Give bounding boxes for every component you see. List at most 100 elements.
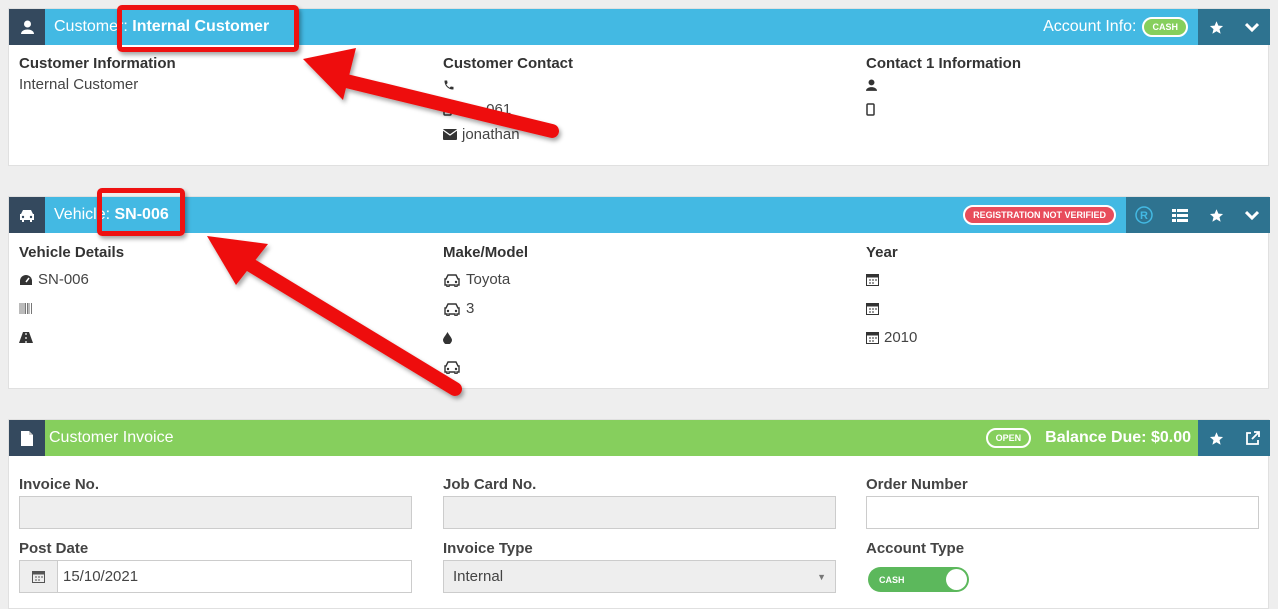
contact-1-heading: Contact 1 Information xyxy=(866,55,1022,72)
car-icon xyxy=(444,273,460,287)
invoice-no-field[interactable] xyxy=(19,496,412,529)
favorite-button[interactable] xyxy=(1198,420,1234,456)
job-card-label: Job Card No. xyxy=(443,476,537,493)
customer-contact-heading: Customer Contact xyxy=(443,55,574,72)
account-type-badge: CASH xyxy=(1142,17,1188,37)
external-link-icon xyxy=(1245,430,1260,445)
list-view-button[interactable] xyxy=(1162,197,1198,233)
highlight-box-customer-name xyxy=(117,5,299,52)
star-icon xyxy=(1209,20,1223,34)
make-row: Toyota xyxy=(443,265,528,294)
order-number-field[interactable] xyxy=(866,496,1259,529)
caret-down-icon: ▼ xyxy=(817,571,826,582)
body-row xyxy=(443,352,528,381)
mobile-icon xyxy=(443,103,452,116)
invoice-panel-title: Customer Invoice xyxy=(49,429,174,446)
calendar-icon xyxy=(866,332,879,344)
chevron-down-icon xyxy=(1245,210,1259,220)
chevron-down-icon xyxy=(1245,22,1259,32)
favorite-button[interactable] xyxy=(1198,197,1234,233)
customer-contact-column: Customer Contact 0 ... 061 jonathan xyxy=(443,55,573,147)
contact-person-row xyxy=(866,72,1021,97)
date-row-2 xyxy=(866,294,917,323)
dashboard-icon xyxy=(20,274,32,285)
collapse-button[interactable] xyxy=(1234,197,1270,233)
star-icon xyxy=(1209,431,1223,445)
make-model-heading: Make/Model xyxy=(443,244,529,261)
tint-icon xyxy=(443,331,452,344)
balance-due: Balance Due: $0.00 xyxy=(1045,429,1191,446)
year-column: Year 2010 xyxy=(866,244,917,352)
contact-mobile-row xyxy=(866,97,1021,122)
invoice-type-select[interactable]: Internal ▼ xyxy=(443,560,836,593)
mobile-row: 0 ... 061 xyxy=(443,97,573,122)
star-icon xyxy=(1209,208,1223,222)
barcode-row xyxy=(19,294,124,323)
mobile-number: 0 ... 061 xyxy=(457,101,512,118)
contact-1-column: Contact 1 Information xyxy=(866,55,1021,122)
customer-info-heading: Customer Information xyxy=(19,55,176,72)
year-value: 2010 xyxy=(884,329,918,346)
invoice-type-label: Invoice Type xyxy=(443,540,533,557)
invoice-type-value: Internal xyxy=(453,568,504,585)
date-row-1 xyxy=(866,265,917,294)
email-row: jonathan xyxy=(443,122,573,147)
make-value: Toyota xyxy=(466,271,511,288)
road-icon xyxy=(19,332,33,343)
car-icon xyxy=(444,302,460,316)
account-info-label: Account Info: xyxy=(1043,18,1137,35)
registration-button[interactable]: R xyxy=(1126,197,1162,233)
registration-r-icon: R xyxy=(1135,206,1153,224)
registration-status-badge: REGISTRATION NOT VERIFIED xyxy=(963,205,1116,225)
calendar-icon xyxy=(32,571,45,583)
phone-icon xyxy=(444,80,454,89)
list-icon xyxy=(1172,208,1188,222)
favorite-button[interactable] xyxy=(1198,9,1234,45)
fuel-row xyxy=(443,323,528,352)
envelope-icon xyxy=(443,129,457,140)
email-value[interactable]: jonathan xyxy=(462,126,520,143)
calendar-icon xyxy=(866,303,879,315)
make-model-column: Make/Model Toyota 3 xyxy=(443,244,528,381)
model-row: 3 xyxy=(443,294,528,323)
file-icon xyxy=(9,420,45,456)
invoice-panel: Customer Invoice OPEN Balance Due: $0.00… xyxy=(8,419,1270,609)
vehicle-panel-header: Vehicle: SN-006 REGISTRATION NOT VERIFIE… xyxy=(9,197,1270,233)
svg-text:R: R xyxy=(1140,210,1148,222)
car-icon xyxy=(444,360,460,374)
calendar-addon[interactable] xyxy=(20,561,58,592)
order-number-label: Order Number xyxy=(866,476,968,493)
invoice-panel-header: Customer Invoice OPEN Balance Due: $0.00 xyxy=(9,420,1270,456)
vehicle-panel: Vehicle: SN-006 REGISTRATION NOT VERIFIE… xyxy=(8,196,1270,389)
highlight-box-vehicle-reg xyxy=(97,188,185,236)
registration-value: SN-006 xyxy=(38,271,89,288)
calendar-icon xyxy=(866,274,879,286)
customer-name: Internal Customer xyxy=(19,76,139,93)
invoice-status-badge: OPEN xyxy=(985,428,1032,448)
phone-row xyxy=(443,72,573,97)
year-row: 2010 xyxy=(866,323,917,352)
toggle-knob xyxy=(946,569,967,590)
invoice-no-label: Invoice No. xyxy=(19,476,100,493)
mobile-icon xyxy=(866,103,875,116)
odometer-row xyxy=(19,323,124,352)
collapse-button[interactable] xyxy=(1234,9,1270,45)
vehicle-details-heading: Vehicle Details xyxy=(19,244,125,261)
model-value: 3 xyxy=(466,300,475,317)
job-card-field[interactable] xyxy=(443,496,836,529)
post-date-field[interactable]: 15/10/2021 xyxy=(19,560,412,593)
car-icon xyxy=(9,197,45,233)
account-type-toggle-label: CASH xyxy=(879,574,905,585)
registration-row: SN-006 xyxy=(19,265,124,294)
account-type-label: Account Type xyxy=(866,540,965,557)
post-date-label: Post Date xyxy=(19,540,89,557)
barcode-icon xyxy=(19,303,32,314)
vehicle-details-column: Vehicle Details SN-006 xyxy=(19,244,124,352)
post-date-value: 15/10/2021 xyxy=(63,568,139,585)
customer-info-column: Customer Information Internal Customer xyxy=(19,55,176,97)
year-heading: Year xyxy=(866,244,898,261)
user-icon xyxy=(9,9,45,45)
open-external-button[interactable] xyxy=(1234,420,1270,456)
account-type-toggle[interactable]: CASH xyxy=(868,567,969,592)
user-icon xyxy=(866,79,877,91)
